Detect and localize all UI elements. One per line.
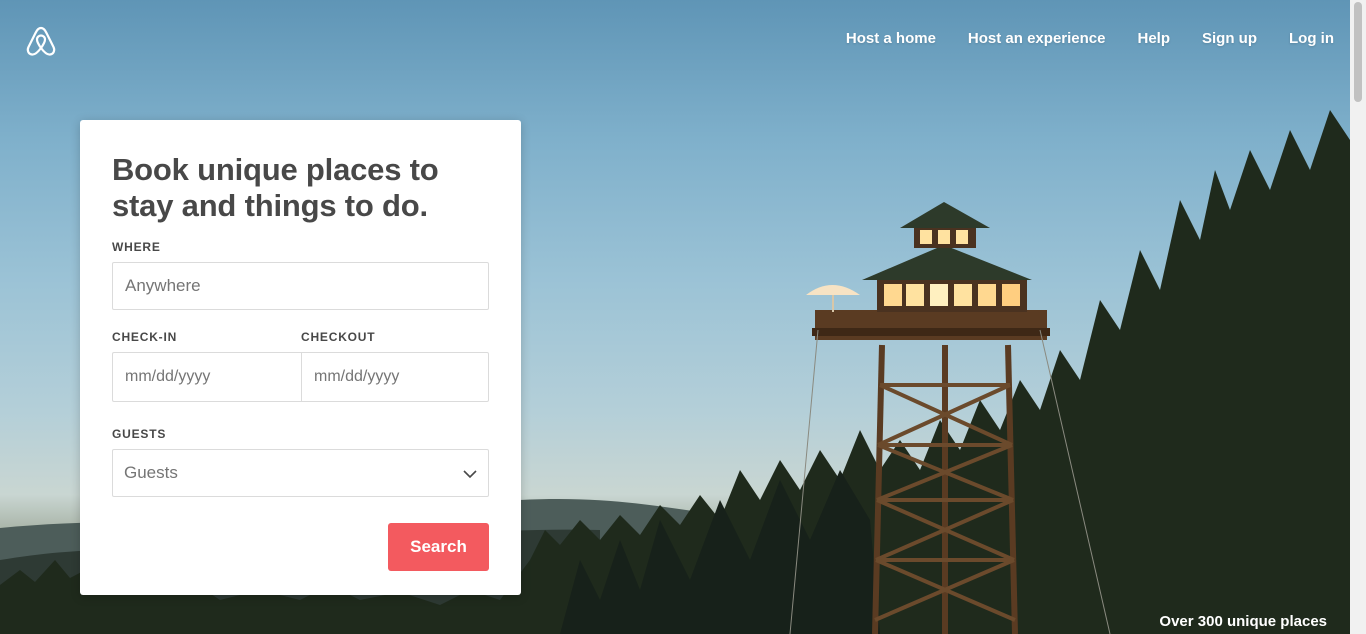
scrollbar-thumb[interactable] [1354, 2, 1362, 102]
nav-host-an-experience[interactable]: Host an experience [968, 30, 1106, 47]
checkout-group: CHECKOUT [301, 330, 489, 402]
search-card: Book unique places to stay and things to… [80, 120, 521, 595]
nav-host-a-home[interactable]: Host a home [846, 30, 936, 47]
where-field-group: WHERE [112, 240, 489, 310]
page-scrollbar[interactable] [1350, 0, 1366, 634]
airbnb-logo[interactable] [24, 24, 58, 58]
hero-caption: Over 300 unique places [1159, 613, 1327, 630]
where-input[interactable] [112, 262, 489, 310]
nav-sign-up[interactable]: Sign up [1202, 30, 1257, 47]
nav-log-in[interactable]: Log in [1289, 30, 1334, 47]
search-card-heading: Book unique places to stay and things to… [112, 152, 439, 223]
guests-field-group: GUESTS Guests [112, 427, 489, 497]
checkin-label: CHECK-IN [112, 330, 178, 344]
date-field-group: CHECK-IN CHECKOUT [112, 330, 489, 402]
checkout-input[interactable] [301, 352, 489, 402]
checkin-input[interactable] [112, 352, 301, 402]
nav-help[interactable]: Help [1137, 30, 1170, 47]
search-button[interactable]: Search [388, 523, 489, 571]
checkin-group: CHECK-IN [112, 330, 301, 402]
chevron-down-icon [463, 470, 477, 479]
where-label: WHERE [112, 240, 161, 254]
checkout-label: CHECKOUT [301, 330, 376, 344]
top-nav: Host a home Host an experience Help Sign… [846, 30, 1334, 47]
guests-select[interactable]: Guests [112, 449, 489, 497]
guests-select-value: Guests [124, 463, 178, 482]
airbnb-belo-icon [26, 26, 56, 56]
guests-label: GUESTS [112, 427, 167, 441]
